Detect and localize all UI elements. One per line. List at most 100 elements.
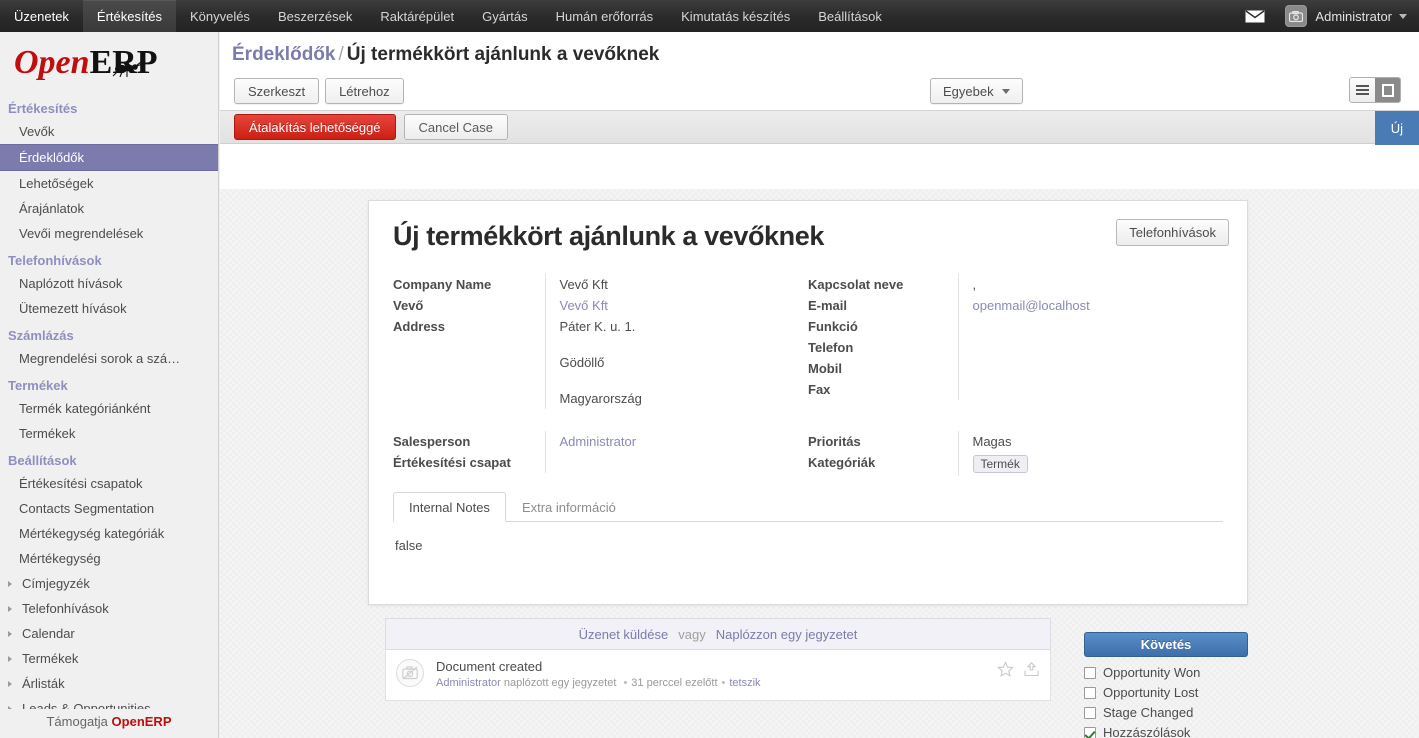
send-message-link[interactable]: Üzenet küldése — [579, 627, 669, 642]
create-button[interactable]: Létrehoz — [325, 78, 404, 104]
main-menu: Üzenetek Értékesítés Könyvelés Beszerzések R… — [0, 0, 896, 32]
follow-button[interactable]: Követés — [1084, 632, 1248, 657]
sidebar-item-vev-k[interactable]: Vevők — [0, 119, 218, 144]
form-row: Magyarország — [393, 373, 808, 409]
subscription-checkbox[interactable] — [1084, 667, 1096, 679]
sidebar-item-rt-kes-t-si-csapatok[interactable]: Értékesítési csapatok — [0, 471, 218, 496]
page-title: Új termékkört ajánlunk a vevőknek — [393, 221, 824, 251]
menu-item-rakt-r-p-let[interactable]: Raktárépület — [366, 0, 468, 32]
field-value: Magyarország — [544, 373, 808, 409]
sidebar-navigation: Értékesítés Vevők Érdeklődők Lehetőségek Ára… — [0, 94, 218, 721]
menu-item-hum-n-er-forr-s[interactable]: Humán erőforrás — [542, 0, 668, 32]
field-label: Kapcsolat neve — [808, 277, 904, 292]
sidebar-item-term-kek[interactable]: Termékek — [0, 421, 218, 446]
sidebar-item-rdekl-d-k[interactable]: Érdeklődők — [0, 144, 218, 171]
top-menu-bar: Üzenetek Értékesítés Könyvelés Beszerzések R… — [0, 0, 1419, 32]
field-label: Funkció — [808, 319, 858, 334]
menu-item-zenetek[interactable]: Üzenetek — [0, 0, 83, 32]
menu-item-gy-rt-s[interactable]: Gyártás — [468, 0, 542, 32]
menu-item-kimutat-s-k-sz-t-s[interactable]: Kimutatás készítés — [667, 0, 804, 32]
field-label: Company Name — [393, 277, 492, 292]
user-name-label: Administrator — [1315, 8, 1392, 24]
sidebar-section-sz-ml-z-s: Számlázás — [8, 328, 74, 343]
field-value[interactable]: Administrator — [544, 431, 808, 452]
field-value[interactable]: openmail@localhost — [957, 295, 1223, 316]
subscription-checkbox[interactable] — [1084, 687, 1096, 699]
form-row-categories: Kategóriák Termék — [808, 452, 1223, 476]
subscription-checkbox[interactable] — [1084, 707, 1096, 719]
breadcrumb-parent-link[interactable]: Érdeklődők — [232, 44, 335, 65]
menu-item-be-ll-t-sok[interactable]: Beállítások — [804, 0, 896, 32]
cancel-case-button[interactable]: Cancel Case — [403, 114, 508, 140]
sidebar: OpenERP Értékesítés Vevők Érdeklődők Lehető… — [0, 32, 219, 738]
menu-item-k-nyvel-s[interactable]: Könyvelés — [176, 0, 264, 32]
sidebar-collapsible-label: Termékek — [22, 651, 79, 666]
chevron-right-icon — [8, 581, 18, 587]
star-icon[interactable] — [997, 661, 1014, 681]
action-status-bar: Átalakítás lehetőséggé Cancel Case Új — [220, 110, 1419, 145]
view-switcher — [1349, 77, 1401, 103]
sidebar-item-term-k-kateg-ri-nk-nt[interactable]: Termék kategóriánként — [0, 396, 218, 421]
subscription-checkbox[interactable] — [1084, 727, 1096, 738]
sidebar-collapsible-term-kek[interactable]: Termékek — [0, 646, 218, 671]
log-note-link[interactable]: Naplózzon egy jegyzetet — [716, 627, 858, 642]
field-value[interactable]: Vevő Kft — [544, 295, 808, 316]
edit-button[interactable]: Szerkeszt — [234, 78, 320, 104]
sidebar-collapsible-c-mjegyz-k[interactable]: Címjegyzék — [0, 571, 218, 596]
sidebar-item-m-rt-kegys-g-kateg-ri-k[interactable]: Mértékegység kategóriák — [0, 521, 218, 546]
chatter-message-author[interactable]: Administrator — [436, 677, 501, 689]
tab-internal-notes[interactable]: Internal Notes — [393, 492, 506, 522]
sidebar-item-m-rt-kegys-g[interactable]: Mértékegység — [0, 546, 218, 571]
sidebar-section-rt-kes-t-s: Értékesítés — [8, 101, 78, 116]
notebook-tabs: Internal Notes Extra információ — [393, 492, 1223, 522]
subscription-label: Stage Changed — [1103, 705, 1194, 720]
messages-icon-button[interactable] — [1235, 9, 1275, 23]
sidebar-collapsible-telefonh-v-sok[interactable]: Telefonhívások — [0, 596, 218, 621]
phone-calls-button[interactable]: Telefonhívások — [1116, 219, 1229, 246]
sidebar-item-contacts-segmentation[interactable]: Contacts Segmentation — [0, 496, 218, 521]
field-label-categories: Kategóriák — [808, 455, 876, 470]
form-row: Telefon — [808, 337, 1223, 358]
chatter-message-action: naplózott egy jegyzetet — [500, 677, 620, 689]
sidebar-collapsible-label: Telefonhívások — [22, 601, 109, 616]
footer-brand-link[interactable]: OpenERP — [112, 714, 172, 729]
follow-panel: Követés Opportunity Won Opportunity Lost S… — [1084, 632, 1284, 738]
subscription-label: Opportunity Lost — [1103, 685, 1199, 700]
menu-item-beszerz-sek[interactable]: Beszerzések — [264, 0, 366, 32]
sidebar-collapsible-rlist-k[interactable]: Árlisták — [0, 671, 218, 696]
form-canvas: Telefonhívások Új termékkört ajánlunk a … — [220, 189, 1419, 738]
user-menu-button[interactable]: Administrator — [1275, 5, 1409, 27]
more-dropdown-button[interactable]: Egyebek — [930, 78, 1023, 104]
breadcrumb: Érdeklődők / Új termékkört ajánlunk a vevő… — [220, 32, 1419, 72]
sidebar-item-lehet-s-gek[interactable]: Lehetőségek — [0, 171, 218, 196]
sidebar-item-raj-nlatok[interactable]: Árajánlatok — [0, 196, 218, 221]
sidebar-collapsible-label: Árlisták — [22, 676, 65, 691]
field-value — [957, 316, 1223, 337]
chevron-right-icon — [8, 656, 18, 662]
menu-item-rt-kes-t-s[interactable]: Értékesítés — [82, 0, 176, 32]
sidebar-item-megrendel-si-sorok-a-sz[interactable]: Megrendelési sorok a szá… — [0, 346, 218, 371]
openerp-logo[interactable]: OpenERP — [0, 32, 218, 94]
sidebar-item-vev-i-megrendel-sek[interactable]: Vevői megrendelések — [0, 221, 218, 246]
breadcrumb-separator: / — [338, 44, 344, 65]
new-state-badge[interactable]: Új — [1374, 111, 1419, 145]
field-value: Magas — [957, 431, 1223, 452]
tab-extra-inform-ci[interactable]: Extra információ — [506, 492, 632, 522]
chatter-compose-bar: Üzenet küldése vagy Naplózzon egy jegyze… — [385, 618, 1051, 650]
chatter-message-title: Document created — [436, 659, 543, 674]
form-view-button[interactable] — [1375, 78, 1400, 102]
sidebar-collapsible-calendar[interactable]: Calendar — [0, 621, 218, 646]
sidebar-item-napl-zott-h-v-sok[interactable]: Naplózott hívások — [0, 271, 218, 296]
convert-to-opportunity-button[interactable]: Átalakítás lehetőséggé — [234, 114, 396, 140]
topbar-right-group: Administrator — [1235, 0, 1419, 32]
category-tag[interactable]: Termék — [972, 455, 1028, 473]
chatter-like-link[interactable]: tetszik — [729, 677, 760, 689]
list-view-button[interactable] — [1350, 78, 1375, 102]
share-icon[interactable] — [1023, 661, 1040, 681]
field-label: Telefon — [808, 340, 854, 355]
form-row: Értékesítési csapat — [393, 452, 808, 473]
subscription-row: Stage Changed — [1084, 703, 1284, 723]
sidebar-item-temezett-h-v-sok[interactable]: Ütemezett hívások — [0, 296, 218, 321]
subscription-row: Hozzászólások — [1084, 723, 1284, 738]
chatter-message-list: Document created Administrator naplózott … — [385, 650, 1051, 701]
